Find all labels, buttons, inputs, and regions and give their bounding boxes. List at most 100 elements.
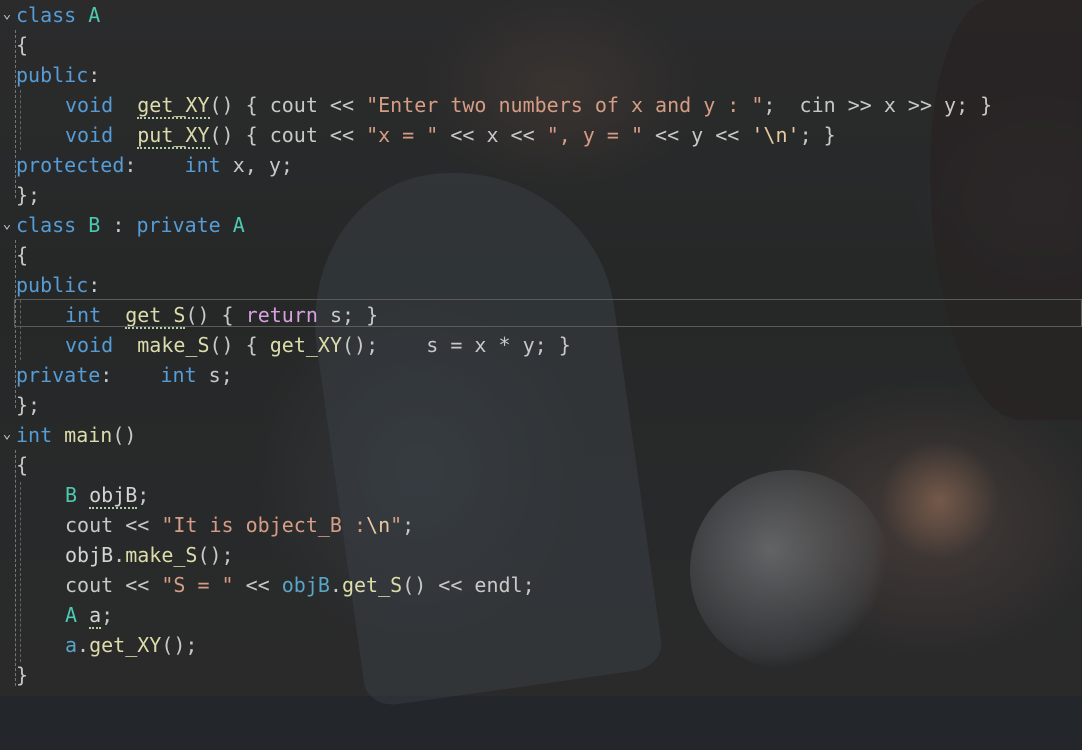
code-line-1[interactable]: ⌄ class A [0, 0, 1082, 30]
variable-name: objB [65, 543, 114, 567]
code-line-15[interactable]: ⌄ int main() [0, 420, 1082, 450]
variable-name: objB [89, 483, 138, 509]
code-text: << [233, 573, 282, 597]
fold-chevron-icon[interactable]: ⌄ [0, 420, 14, 450]
code-text: ; cin >> x >> y; } [763, 93, 993, 117]
code-text: () [112, 423, 137, 447]
brace-open: { [16, 33, 29, 57]
function-call: make_S [125, 543, 198, 567]
fold-chevron-icon[interactable]: ⌄ [0, 0, 14, 30]
code-line-8[interactable]: ⌄ class B : private A [0, 210, 1082, 240]
function-name: get_XY [137, 93, 210, 119]
colon: : [88, 63, 101, 87]
variable-name: a [89, 603, 102, 629]
keyword-int: int [16, 423, 53, 447]
keyword-class: class [16, 3, 77, 27]
string-literal: "It is object_B : [161, 513, 367, 537]
function-call: get_XY [89, 633, 162, 657]
member-access: . [113, 543, 126, 567]
variable-name: objB [281, 573, 330, 597]
keyword-int: int [184, 153, 221, 177]
code-text: ; [402, 513, 415, 537]
code-line-19[interactable]: objB.make_S(); [0, 540, 1082, 570]
colon: : [124, 153, 137, 177]
function-name: main [64, 423, 113, 447]
code-text: << x << [438, 123, 547, 147]
code-text: (); [197, 543, 234, 567]
code-text: () { [209, 333, 270, 357]
brace-close: }; [16, 393, 41, 417]
function-name: make_S [137, 333, 210, 357]
string-literal: "S = " [161, 573, 234, 597]
code-line-22[interactable]: a.get_XY(); [0, 630, 1082, 660]
code-line-20[interactable]: cout << "S = " << objB.get_S() << endl; [0, 570, 1082, 600]
type-name: A [88, 3, 101, 27]
code-text: () { cout << [209, 123, 367, 147]
keyword-int: int [160, 363, 197, 387]
escape-sequence: \n [366, 513, 391, 537]
colon: : [88, 273, 101, 297]
string-literal: "Enter two numbers of x and y : " [366, 93, 764, 117]
code-line-16[interactable]: { [0, 450, 1082, 480]
variable-name: a [65, 633, 78, 657]
code-text: s; [196, 363, 233, 387]
keyword-class: class [16, 213, 77, 237]
code-text: () { cout << [209, 93, 367, 117]
code-line-23[interactable]: } [0, 660, 1082, 690]
access-specifier: public [16, 63, 89, 87]
function-call: get_XY [269, 333, 342, 357]
char-literal: '\n' [751, 123, 800, 147]
code-text: ; } [799, 123, 836, 147]
code-line-9[interactable]: { [0, 240, 1082, 270]
code-line-5[interactable]: void put_XY() { cout << "x = " << x << "… [0, 120, 1082, 150]
code-line-3[interactable]: public: [0, 60, 1082, 90]
code-text: ; [101, 603, 114, 627]
code-line-21[interactable]: A a; [0, 600, 1082, 630]
code-editor[interactable]: ⌄ class A { public: void get_XY() { cout… [0, 0, 1082, 696]
keyword-void: void [65, 123, 114, 147]
code-line-18[interactable]: cout << "It is object_B :\n"; [0, 510, 1082, 540]
code-text: << y << [643, 123, 752, 147]
keyword-void: void [65, 333, 114, 357]
type-name: A [65, 603, 78, 627]
code-line-13[interactable]: private: int s; [0, 360, 1082, 390]
brace-open: { [16, 243, 29, 267]
access-specifier: private [16, 363, 101, 387]
access-specifier: public [16, 273, 89, 297]
function-call: get_S [341, 573, 403, 597]
code-line-10[interactable]: public: [0, 270, 1082, 300]
keyword-private: private [136, 213, 221, 237]
brace-close: }; [16, 183, 41, 207]
fold-chevron-icon[interactable]: ⌄ [0, 210, 14, 240]
current-line-highlight [14, 299, 1082, 327]
string-literal: ", y = " [546, 123, 644, 147]
member-access: . [77, 633, 90, 657]
brace-open: { [16, 453, 29, 477]
code-line-6[interactable]: protected: int x, y; [0, 150, 1082, 180]
string-literal: " [390, 513, 403, 537]
member-access: . [329, 573, 342, 597]
code-text: x, y; [220, 153, 293, 177]
code-line-4[interactable]: void get_XY() { cout << "Enter two numbe… [0, 90, 1082, 120]
keyword-void: void [65, 93, 114, 117]
code-line-17[interactable]: B objB; [0, 480, 1082, 510]
type-name: B [65, 483, 78, 507]
colon: : [100, 363, 113, 387]
code-line-12[interactable]: void make_S() { get_XY(); s = x * y; } [0, 330, 1082, 360]
type-name: B [88, 213, 101, 237]
code-line-7[interactable]: }; [0, 180, 1082, 210]
code-line-14[interactable]: }; [0, 390, 1082, 420]
code-text: cout << [65, 573, 162, 597]
string-literal: "x = " [366, 123, 439, 147]
brace-close: } [16, 663, 29, 687]
code-text: (); s = x * y; } [341, 333, 571, 357]
type-name: A [232, 213, 245, 237]
code-text: () << endl; [402, 573, 535, 597]
code-line-2[interactable]: { [0, 30, 1082, 60]
code-text: ; [137, 483, 150, 507]
function-name: put_XY [137, 123, 210, 149]
code-text: : [100, 213, 137, 237]
code-text: (); [161, 633, 198, 657]
code-text: cout << [65, 513, 162, 537]
access-specifier: protected [16, 153, 125, 177]
